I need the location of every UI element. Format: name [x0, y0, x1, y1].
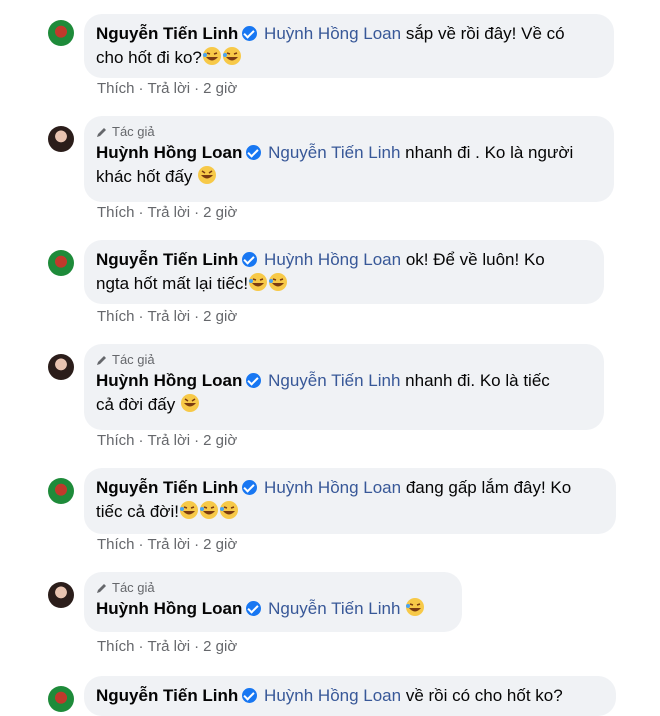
author-badge: Tác giả — [96, 580, 450, 595]
mention-tag[interactable]: Nguyễn Tiến Linh — [268, 371, 400, 390]
verified-icon — [242, 26, 258, 41]
author-badge: Tác giả — [96, 352, 592, 367]
laughing-emoji-icon — [179, 501, 198, 519]
comment-text: về rồi có cho hốt ko? — [405, 686, 563, 705]
verified-icon — [242, 480, 258, 495]
avatar[interactable] — [48, 686, 74, 712]
reply-button[interactable]: Trả lời — [148, 308, 191, 325]
comment-text: ngta hốt mất lại tiếc! — [96, 274, 249, 293]
commenter-name[interactable]: Nguyễn Tiến Linh — [96, 686, 238, 705]
comment-text: sắp về rồi đây! Về có — [405, 24, 565, 43]
comment-text: ok! Để về luôn! Ko — [405, 250, 545, 269]
commenter-name[interactable]: Huỳnh Hồng Loan — [96, 143, 242, 162]
mention-tag[interactable]: Huỳnh Hồng Loan — [264, 478, 401, 497]
comment-actions: Thích · Trả lời · 2 giờ — [97, 204, 238, 221]
verified-icon — [246, 373, 262, 388]
avatar[interactable] — [48, 250, 74, 276]
comment-actions: Thích · Trả lời · 2 giờ — [97, 80, 238, 97]
mention-tag[interactable]: Huỳnh Hồng Loan — [264, 24, 401, 43]
commenter-name[interactable]: Nguyễn Tiến Linh — [96, 250, 238, 269]
laughing-emoji-icon — [222, 47, 241, 65]
comment-text: nhanh đi. Ko là tiếc — [405, 371, 550, 390]
timestamp[interactable]: 2 giờ — [203, 80, 237, 97]
reply-button[interactable]: Trả lời — [148, 432, 191, 449]
mention-tag[interactable]: Nguyễn Tiến Linh — [268, 599, 400, 618]
laughing-emoji-icon — [199, 501, 218, 519]
comment-actions: Thích · Trả lời · 2 giờ — [97, 432, 238, 449]
commenter-name[interactable]: Nguyễn Tiến Linh — [96, 24, 238, 43]
like-button[interactable]: Thích — [97, 432, 135, 449]
pencil-icon — [97, 127, 106, 137]
comment-bubble: Nguyễn Tiến Linh Huỳnh Hồng Loan đang gấ… — [84, 468, 616, 534]
avatar[interactable] — [48, 126, 74, 152]
comment-text: đang gấp lắm đây! Ko — [405, 478, 572, 497]
laughing-emoji-icon — [406, 598, 425, 616]
avatar[interactable] — [48, 20, 74, 46]
comment-actions: Thích · Trả lời · 2 giờ — [97, 308, 238, 325]
timestamp[interactable]: 2 giờ — [203, 638, 237, 655]
timestamp[interactable]: 2 giờ — [203, 432, 237, 449]
comment-bubble: Tác giả Huỳnh Hồng Loan Nguyễn Tiến Linh… — [84, 116, 614, 202]
grinning-emoji-icon — [198, 166, 217, 184]
reply-button[interactable]: Trả lời — [148, 536, 191, 553]
reply-button[interactable]: Trả lời — [148, 204, 191, 221]
commenter-name[interactable]: Huỳnh Hồng Loan — [96, 599, 242, 618]
commenter-name[interactable]: Nguyễn Tiến Linh — [96, 478, 238, 497]
timestamp[interactable]: 2 giờ — [203, 308, 237, 325]
pencil-icon — [97, 583, 106, 593]
like-button[interactable]: Thích — [97, 638, 135, 655]
like-button[interactable]: Thích — [97, 536, 135, 553]
comment-bubble: Tác giả Huỳnh Hồng Loan Nguyễn Tiến Linh… — [84, 344, 604, 430]
timestamp[interactable]: 2 giờ — [203, 204, 237, 221]
avatar[interactable] — [48, 354, 74, 380]
avatar[interactable] — [48, 582, 74, 608]
verified-icon — [246, 145, 262, 160]
like-button[interactable]: Thích — [97, 308, 135, 325]
timestamp[interactable]: 2 giờ — [203, 536, 237, 553]
laughing-emoji-icon — [202, 47, 221, 65]
mention-tag[interactable]: Nguyễn Tiến Linh — [268, 143, 400, 162]
like-button[interactable]: Thích — [97, 204, 135, 221]
avatar[interactable] — [48, 478, 74, 504]
comment-bubble: Nguyễn Tiến Linh Huỳnh Hồng Loan ok! Để … — [84, 240, 604, 304]
mention-tag[interactable]: Huỳnh Hồng Loan — [264, 686, 401, 705]
comment-actions: Thích · Trả lời · 2 giờ — [97, 638, 238, 655]
pencil-icon — [97, 355, 106, 365]
author-badge: Tác giả — [96, 124, 602, 139]
comment-bubble: Tác giả Huỳnh Hồng Loan Nguyễn Tiến Linh — [84, 572, 462, 632]
comment-actions: Thích · Trả lời · 2 giờ — [97, 536, 238, 553]
laughing-emoji-icon — [269, 273, 288, 291]
comment-text: cả đời đấy — [96, 395, 176, 414]
commenter-name[interactable]: Huỳnh Hồng Loan — [96, 371, 242, 390]
comment-text: nhanh đi . Ko là người — [405, 143, 574, 162]
verified-icon — [242, 688, 258, 703]
comment-bubble: Nguyễn Tiến Linh Huỳnh Hồng Loan về rồi … — [84, 676, 616, 716]
laughing-emoji-icon — [249, 273, 268, 291]
comment-text: cho hốt đi ko? — [96, 48, 202, 67]
grinning-emoji-icon — [180, 394, 199, 412]
verified-icon — [246, 601, 262, 616]
comment-bubble: Nguyễn Tiến Linh Huỳnh Hồng Loan sắp về … — [84, 14, 614, 78]
comment-text: khác hốt đấy — [96, 167, 193, 186]
laughing-emoji-icon — [219, 501, 238, 519]
reply-button[interactable]: Trả lời — [148, 638, 191, 655]
mention-tag[interactable]: Huỳnh Hồng Loan — [264, 250, 401, 269]
comment-text: tiếc cả đời! — [96, 502, 179, 521]
like-button[interactable]: Thích — [97, 80, 135, 97]
reply-button[interactable]: Trả lời — [148, 80, 191, 97]
verified-icon — [242, 252, 258, 267]
